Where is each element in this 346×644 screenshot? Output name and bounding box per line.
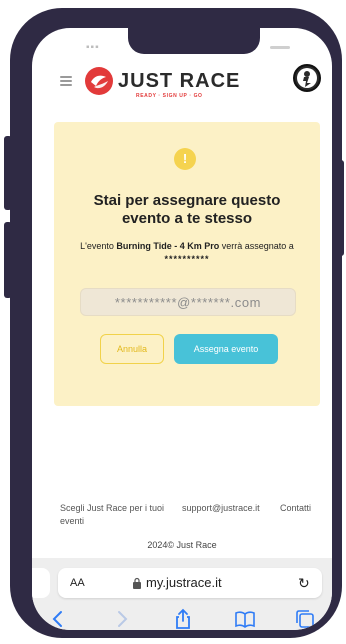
profile-icon xyxy=(297,68,317,88)
forward-icon[interactable] xyxy=(110,608,132,630)
url-text[interactable]: my.justrace.it xyxy=(146,575,222,590)
text-size-button[interactable]: AA xyxy=(70,577,85,589)
browser-nav-bar xyxy=(32,608,332,630)
phone-screen: ▪▪▪ JUST RACE READY · SIGN UP · GO ! Sta… xyxy=(32,28,332,630)
footer-link-support[interactable]: support@justrace.it xyxy=(182,502,260,515)
battery-indicator xyxy=(270,46,290,49)
phone-frame: ▪▪▪ JUST RACE READY · SIGN UP · GO ! Sta… xyxy=(10,8,342,638)
tabs-icon[interactable] xyxy=(294,608,316,630)
dialog-title: Stai per assegnare questo evento a te st… xyxy=(93,192,281,227)
copyright-text: 2024© Just Race xyxy=(147,540,217,550)
warning-icon: ! xyxy=(174,148,196,170)
email-field[interactable] xyxy=(80,288,296,316)
logo-text: JUST RACE xyxy=(118,70,241,92)
event-name: Burning Tide - 4 Km Pro xyxy=(116,241,220,251)
reload-icon[interactable]: ↻ xyxy=(298,575,310,592)
profile-button[interactable] xyxy=(293,64,321,92)
dialog-description: L'evento Burning Tide - 4 Km Pro verrà a… xyxy=(76,240,298,266)
desc-prefix: L'evento xyxy=(80,241,117,251)
hamburger-menu-icon[interactable] xyxy=(60,76,72,86)
cancel-button[interactable]: Annulla xyxy=(100,334,164,364)
masked-user: ********** xyxy=(164,254,210,264)
bookmarks-icon[interactable] xyxy=(234,608,256,630)
share-icon[interactable] xyxy=(172,608,194,630)
logo-mark-icon xyxy=(85,67,113,95)
browser-toolbar: AA my.justrace.it ↻ xyxy=(32,558,332,630)
footer-link-contacts[interactable]: Contatti xyxy=(280,502,311,515)
back-icon[interactable] xyxy=(48,608,70,630)
footer-link-choose[interactable]: Scegli Just Race per i tuoi eventi xyxy=(60,502,170,528)
signal-indicator: ▪▪▪ xyxy=(86,42,100,53)
site-header: JUST RACE READY · SIGN UP · GO xyxy=(32,62,332,120)
address-bar[interactable]: AA my.justrace.it ↻ xyxy=(58,568,322,598)
phone-notch xyxy=(128,28,260,54)
assign-event-button[interactable]: Assegna evento xyxy=(174,334,278,364)
site-logo[interactable]: JUST RACE READY · SIGN UP · GO xyxy=(84,66,244,102)
previous-tab-edge[interactable] xyxy=(32,568,50,598)
assign-event-dialog: ! Stai per assegnare questo evento a te … xyxy=(54,122,320,406)
logo-tagline: READY · SIGN UP · GO xyxy=(136,93,203,99)
lock-icon xyxy=(133,577,141,589)
desc-middle: verrà assegnato a xyxy=(219,241,294,251)
